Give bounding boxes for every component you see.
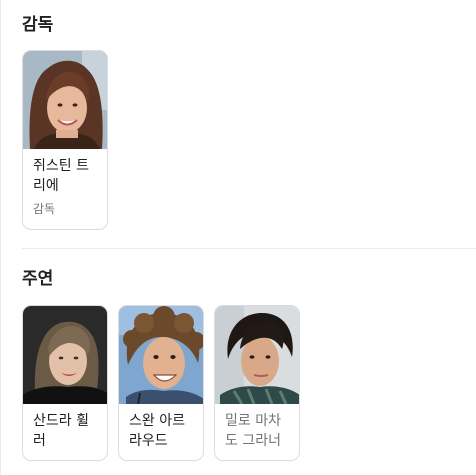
person-card-cast-2[interactable]: 스완 아르 라우드 xyxy=(118,305,204,461)
cast-1-name: 산드라 휠 러 xyxy=(23,403,107,451)
cast-2-name-line1: 스완 아르 xyxy=(129,413,185,429)
cast-1-name-line2: 러 xyxy=(33,433,46,449)
director-name: 쥐스틴 트 리에 xyxy=(23,148,107,196)
cast-2-name: 스완 아르 라우드 xyxy=(119,403,203,451)
cast-section-title: 주연 xyxy=(22,269,54,289)
people-panel: 감독 쥐스틴 트 리에 감독 주연 산드라 휠 러 스완 아르 라우드 밀로 마… xyxy=(0,0,476,475)
director-name-line1: 쥐스틴 트 xyxy=(33,158,89,174)
cast-3-photo xyxy=(215,306,299,404)
director-role: 감독 xyxy=(33,202,56,216)
section-divider xyxy=(22,248,476,249)
person-card-cast-1[interactable]: 산드라 휠 러 xyxy=(22,305,108,461)
cast-3-name-line1: 밀로 마차 xyxy=(225,413,281,429)
cast-2-photo xyxy=(119,306,203,404)
cast-1-name-line1: 산드라 휠 xyxy=(33,413,89,429)
cast-2-name-line2: 라우드 xyxy=(129,433,168,449)
cast-3-name: 밀로 마차 도 그라너 xyxy=(215,403,299,451)
director-name-line2: 리에 xyxy=(33,178,59,194)
cast-3-name-line2: 도 그라너 xyxy=(225,433,281,449)
cast-1-photo xyxy=(23,306,107,404)
director-photo xyxy=(23,51,107,149)
director-section-title: 감독 xyxy=(22,15,54,35)
person-card-cast-3[interactable]: 밀로 마차 도 그라너 xyxy=(214,305,300,461)
person-card-director[interactable]: 쥐스틴 트 리에 감독 xyxy=(22,50,108,230)
